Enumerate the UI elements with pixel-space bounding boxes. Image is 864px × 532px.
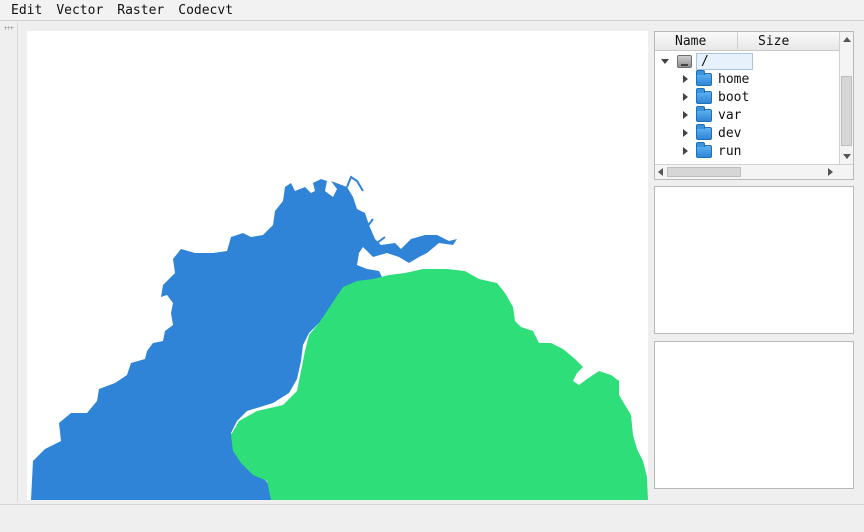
grip-dots-icon — [4, 26, 14, 30]
drive-icon — [677, 54, 692, 68]
tree-item-label: dev — [718, 125, 742, 141]
tree-vertical-scrollbar[interactable] — [839, 32, 853, 164]
tree-header: Name Size — [655, 32, 839, 51]
menu-bar: Edit Vector Raster Codecvt — [0, 0, 864, 21]
menu-raster[interactable]: Raster — [110, 0, 171, 21]
folder-icon — [696, 141, 712, 158]
tree-root-row[interactable]: / — [661, 52, 753, 70]
scroll-left-icon[interactable] — [658, 168, 663, 176]
folder-icon — [696, 105, 712, 122]
status-bar — [0, 504, 864, 532]
menu-edit[interactable]: Edit — [4, 0, 49, 21]
map-view — [31, 175, 648, 500]
tree-item-var[interactable]: var — [683, 105, 742, 124]
collapse-arrow-icon[interactable] — [661, 58, 669, 64]
tree-item-dev[interactable]: dev — [683, 123, 742, 142]
tree-rows: / home boot var dev run — [655, 52, 839, 164]
menu-codecvt[interactable]: Codecvt — [171, 0, 240, 21]
tree-horizontal-scrollbar[interactable] — [655, 164, 853, 179]
file-tree-panel: Name Size / home boot var dev run — [654, 31, 854, 180]
tree-item-boot[interactable]: boot — [683, 87, 750, 106]
expand-arrow-icon[interactable] — [683, 147, 688, 155]
scroll-down-icon[interactable] — [843, 154, 851, 159]
expand-arrow-icon[interactable] — [683, 111, 688, 119]
menu-vector[interactable]: Vector — [49, 0, 110, 21]
tree-item-label: run — [718, 143, 742, 159]
scroll-thumb[interactable] — [841, 76, 852, 146]
info-panel — [654, 341, 854, 489]
scroll-up-icon[interactable] — [843, 37, 851, 42]
properties-panel — [654, 186, 854, 334]
folder-icon — [696, 69, 712, 86]
expand-arrow-icon[interactable] — [683, 93, 688, 101]
scroll-right-icon[interactable] — [828, 168, 833, 176]
map-canvas[interactable] — [27, 31, 648, 500]
tree-item-home[interactable]: home — [683, 69, 750, 88]
toolbar-grip[interactable] — [0, 22, 18, 502]
tree-item-label: boot — [718, 89, 750, 105]
tree-item-label: home — [718, 71, 750, 87]
expand-arrow-icon[interactable] — [683, 75, 688, 83]
tree-item-label: var — [718, 107, 742, 123]
column-name-header[interactable]: Name — [655, 32, 706, 50]
folder-icon — [696, 123, 712, 140]
expand-arrow-icon[interactable] — [683, 129, 688, 137]
tree-item-run[interactable]: run — [683, 141, 742, 160]
column-size-header[interactable]: Size — [737, 32, 789, 51]
root-label[interactable]: / — [696, 52, 753, 70]
scroll-thumb[interactable] — [667, 167, 741, 177]
folder-icon — [696, 87, 712, 104]
